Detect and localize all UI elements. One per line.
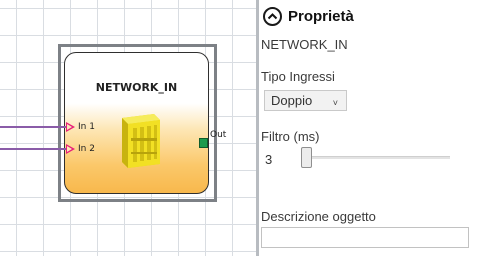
block-title: NETWORK_IN <box>95 81 178 94</box>
input-type-label: Tipo Ingressi <box>261 69 335 84</box>
output-port-label: Out <box>210 130 227 140</box>
filter-label: Filtro (ms) <box>261 129 320 144</box>
filter-value: 3 <box>265 152 273 167</box>
input-wire-2[interactable] <box>0 148 68 150</box>
output-port[interactable] <box>199 138 208 148</box>
input-port-1-label: In 1 <box>78 122 95 132</box>
input-wire-1[interactable] <box>0 126 68 128</box>
input-type-value: Doppio <box>271 93 313 108</box>
diagram-canvas[interactable]: NETWORK_IN In 1 In 2 Out <box>0 0 256 256</box>
description-field[interactable] <box>261 227 469 248</box>
properties-panel: Proprietà NETWORK_IN Tipo Ingressi Doppi… <box>259 0 480 256</box>
input-port-2-arrow-icon[interactable] <box>66 144 75 154</box>
filter-slider-thumb[interactable] <box>301 147 312 168</box>
safety-module-icon <box>122 114 160 168</box>
input-type-select[interactable]: Doppio ˅ <box>264 90 347 111</box>
collapse-panel-button[interactable] <box>263 7 282 26</box>
filter-slider-track[interactable] <box>304 156 450 159</box>
object-name: NETWORK_IN <box>261 37 348 52</box>
chevron-up-icon <box>267 13 278 20</box>
input-port-1-arrow-icon[interactable] <box>66 122 75 132</box>
description-label: Descrizione oggetto <box>261 209 376 224</box>
chevron-down-icon: ˅ <box>332 98 338 108</box>
panel-title: Proprietà <box>288 8 354 25</box>
input-port-2-label: In 2 <box>78 144 95 154</box>
